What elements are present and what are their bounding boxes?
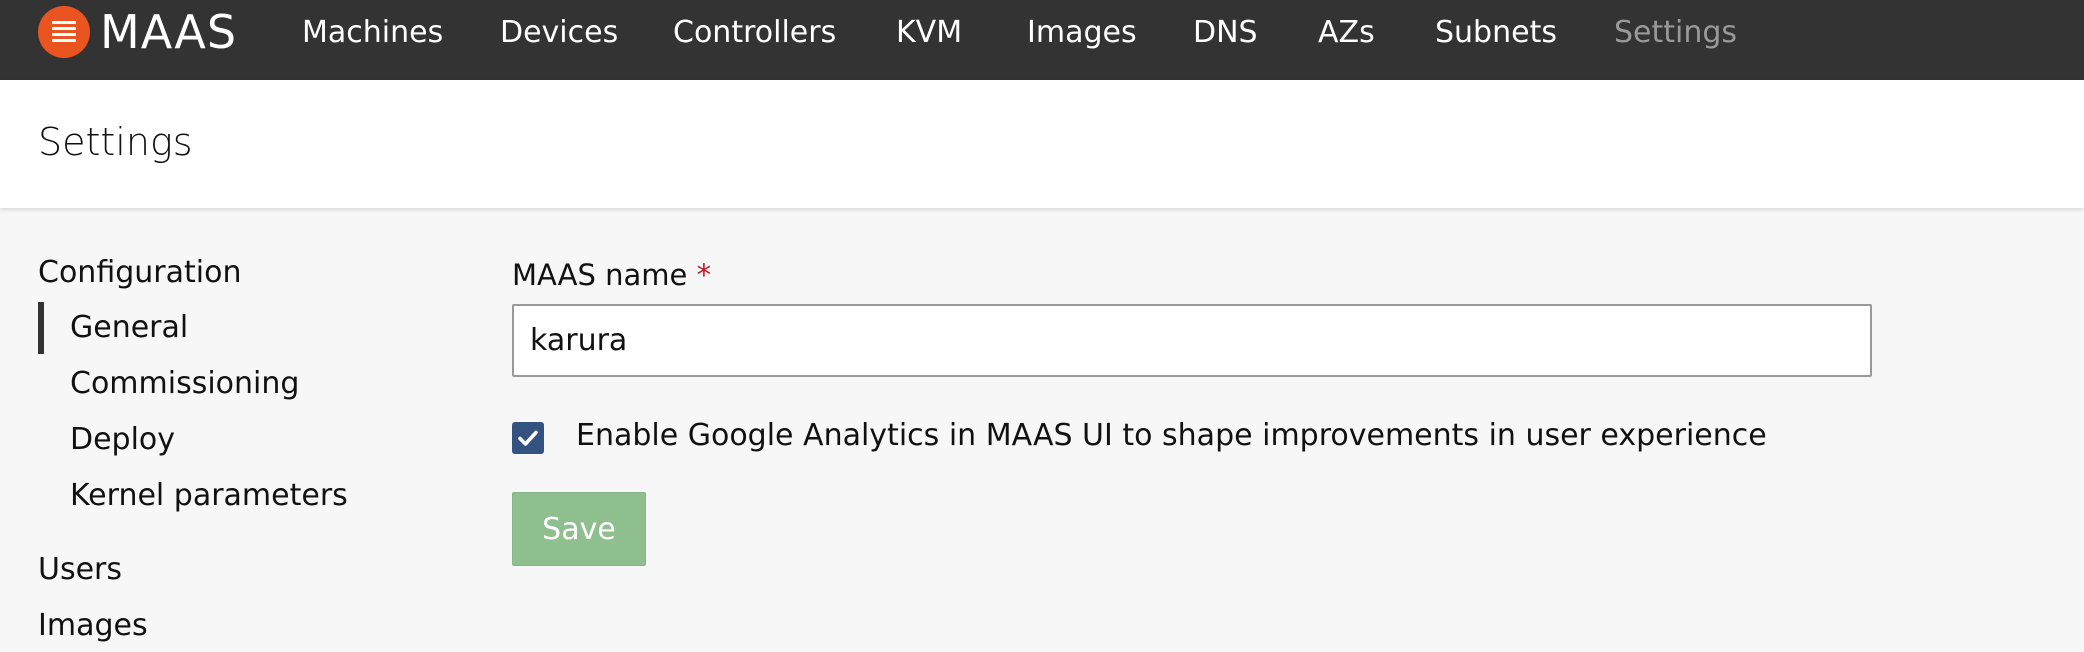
nav-images[interactable]: Images (1027, 10, 1137, 56)
sidebar-heading-images[interactable]: Images (38, 608, 148, 643)
nav-subnets[interactable]: Subnets (1435, 10, 1557, 56)
maas-name-input[interactable] (512, 304, 1872, 377)
nav-machines[interactable]: Machines (302, 10, 443, 56)
nav-dns[interactable]: DNS (1193, 10, 1258, 56)
required-marker: * (696, 258, 712, 292)
nav-azs[interactable]: AZs (1318, 10, 1375, 56)
save-button[interactable]: Save (512, 492, 646, 566)
nav-devices[interactable]: Devices (500, 10, 618, 56)
maas-name-label: MAAS name * (512, 258, 711, 292)
top-navbar: MAAS Machines Devices Controllers KVM Im… (0, 0, 2084, 80)
analytics-checkbox-label[interactable]: Enable Google Analytics in MAAS UI to sh… (576, 418, 1767, 453)
sidebar-heading-users[interactable]: Users (38, 552, 122, 587)
sidebar-item-kernel-parameters[interactable]: Kernel parameters (70, 478, 348, 513)
nav-settings[interactable]: Settings (1614, 10, 1737, 56)
maas-logo-icon (38, 6, 90, 58)
sidebar-heading-configuration[interactable]: Configuration (38, 255, 241, 290)
active-item-indicator (38, 302, 44, 354)
sidebar-item-commissioning[interactable]: Commissioning (70, 366, 299, 401)
checkmark-icon (518, 430, 538, 446)
page-title: Settings (38, 120, 193, 164)
brand-name: MAAS (100, 5, 238, 59)
maas-name-label-text: MAAS name (512, 258, 688, 292)
sidebar-item-deploy[interactable]: Deploy (70, 422, 175, 457)
nav-controllers[interactable]: Controllers (673, 10, 836, 56)
nav-kvm[interactable]: KVM (896, 10, 962, 56)
sidebar-item-general[interactable]: General (70, 310, 188, 345)
brand-link[interactable]: MAAS (38, 6, 236, 58)
analytics-checkbox[interactable] (512, 422, 544, 454)
page-header: Settings (0, 80, 2084, 208)
